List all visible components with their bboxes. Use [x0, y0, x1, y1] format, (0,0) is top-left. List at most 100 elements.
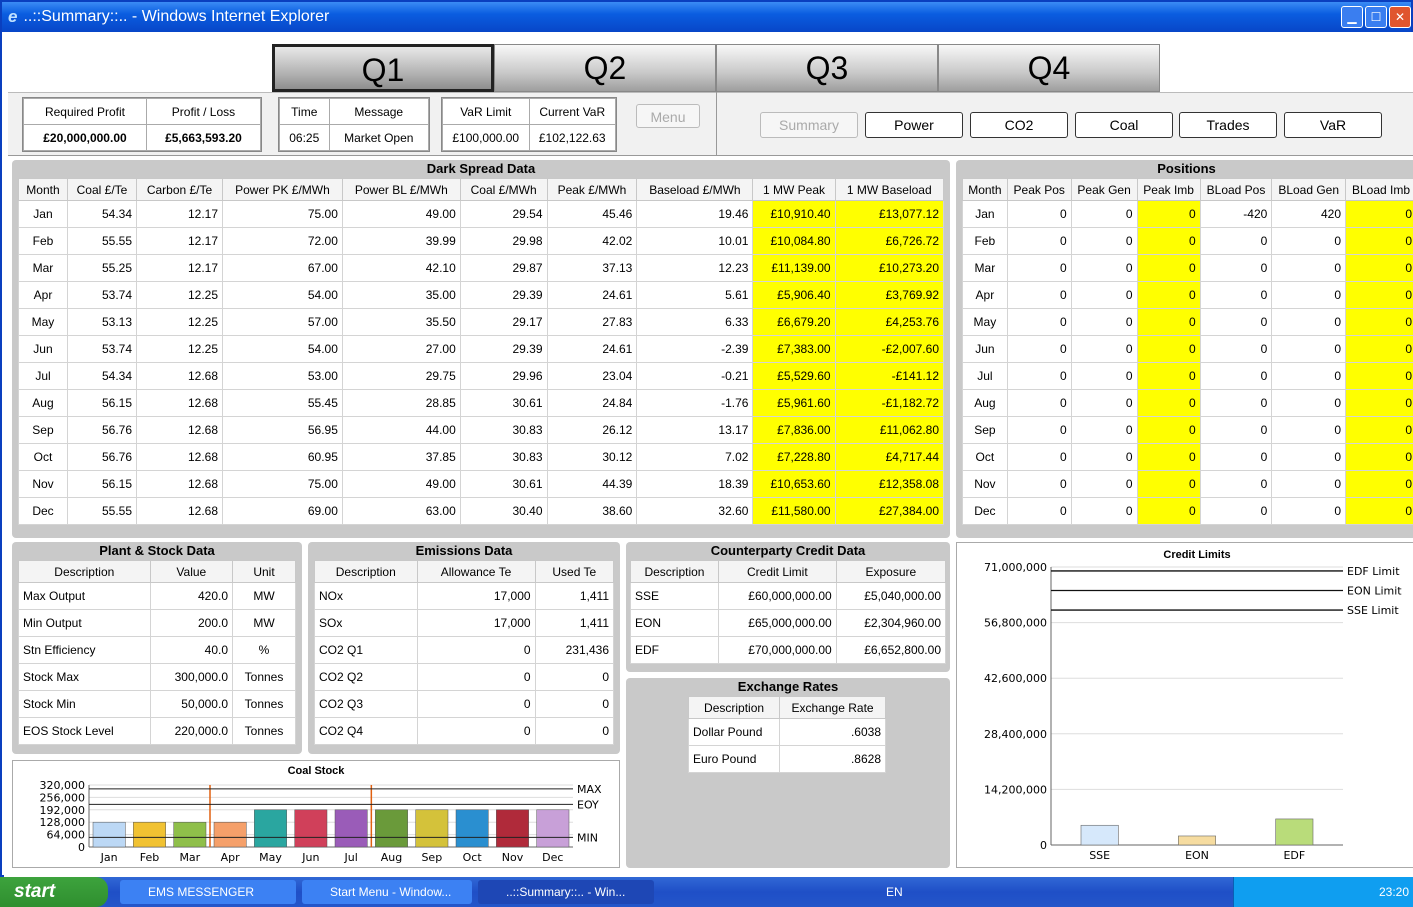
positions-cell: 0	[1199, 335, 1273, 363]
emissions-cell: 0	[416, 717, 536, 745]
maximize-button[interactable]: ☐	[1365, 6, 1387, 28]
dark_spread-header-4: Power BL £/MWh	[341, 178, 461, 201]
positions-header-6: BLoad Imb	[1345, 178, 1413, 201]
dark_spread-cell: 35.50	[341, 308, 461, 336]
dark_spread-cell: 35.00	[341, 281, 461, 309]
dark_spread-cell: -2.39	[636, 335, 754, 363]
start-button[interactable]: start	[0, 877, 108, 907]
dark_spread-cell: £11,139.00	[752, 254, 836, 282]
dark_spread-cell: -£2,007.60	[834, 335, 945, 363]
dark_spread-cell: 30.61	[459, 470, 548, 498]
dark_spread-cell: 30.83	[459, 443, 548, 471]
credit-limits-chart-panel: Credit Limits 71,000,000 56,800,000 42,600,…	[956, 542, 1413, 868]
dark_spread-cell: 30.40	[459, 497, 548, 525]
plant-cell: MW	[232, 609, 296, 637]
positions-cell: 0	[1199, 308, 1273, 336]
co2-button[interactable]: CO2	[970, 112, 1068, 138]
dark_spread-cell: 30.61	[459, 389, 548, 417]
exchange-row: Dollar Pound .6038	[687, 718, 886, 746]
dark_spread-row: Jul 54.34 12.68 53.00 29.75 29.96 23.04 -0.21 £5…	[18, 362, 945, 390]
coal-button[interactable]: Coal	[1075, 112, 1173, 138]
positions-cell: 0	[1006, 308, 1072, 336]
positions-row: Nov 0 0 0 0 0 0	[962, 470, 1413, 498]
positions-cell: 0	[1070, 200, 1138, 228]
plant-cell: Max Output	[18, 582, 151, 610]
tab-q2[interactable]: Q2	[494, 44, 716, 92]
dark_spread-header-5: Coal £/MWh	[459, 178, 548, 201]
summary-button[interactable]: Summary	[760, 112, 858, 138]
dark_spread-cell: 69.00	[222, 497, 343, 525]
system-tray: 23:20	[1233, 877, 1413, 907]
positions-cell: 0	[1136, 281, 1201, 309]
tab-q3[interactable]: Q3	[716, 44, 938, 92]
exchange-table: Description Exchange Rate Dollar Pound .603…	[687, 696, 886, 773]
positions-cell: Oct	[962, 443, 1008, 471]
dark_spread-cell: 29.39	[459, 281, 548, 309]
dark_spread-cell: Apr	[18, 281, 68, 309]
plant-cell: Tonnes	[232, 717, 296, 745]
dark_spread-cell: 54.00	[222, 335, 343, 363]
coal-bar-dec	[536, 809, 570, 848]
plant-cell: 200.0	[149, 609, 234, 637]
title-bar[interactable]: e ..::Summary::.. - Windows Internet Exp…	[2, 2, 1411, 32]
emissions-cell: 231,436	[534, 636, 615, 664]
dark_spread-cell: 23.04	[546, 362, 638, 390]
dark_spread-cell: 54.34	[66, 362, 138, 390]
tab-q4[interactable]: Q4	[938, 44, 1160, 92]
dark_spread-row: Aug 56.15 12.68 55.45 28.85 30.61 24.84 -1.76 £5…	[18, 389, 945, 417]
positions-cell: 0	[1136, 227, 1201, 255]
positions-cell: 0	[1070, 389, 1138, 417]
coal-ytick: 0	[78, 841, 85, 854]
plant-row: Max Output 420.0 MW	[18, 582, 296, 610]
emissions-cell: CO2 Q2	[314, 663, 418, 691]
credit-ytick: 56,800,000	[984, 617, 1047, 630]
dark_spread-cell: 29.87	[459, 254, 548, 282]
dark_spread-cell: 55.55	[66, 227, 138, 255]
positions-cell: 0	[1345, 308, 1413, 336]
credit-xtick: EDF	[1283, 849, 1305, 862]
dark_spread-header-1: Coal £/Te	[66, 178, 138, 201]
emissions-row: CO2 Q2 0 0	[314, 663, 615, 691]
plant-header-1: Value	[149, 560, 234, 583]
positions-cell: 0	[1345, 335, 1413, 363]
positions-cell: 0	[1136, 470, 1201, 498]
positions-cell: 420	[1271, 200, 1347, 228]
positions-cell: 0	[1271, 335, 1347, 363]
positions-row: Jan 0 0 0 -420 420 0	[962, 200, 1413, 228]
tab-q1[interactable]: Q1	[272, 44, 494, 92]
trades-button[interactable]: Trades	[1179, 112, 1277, 138]
power-button[interactable]: Power	[865, 112, 963, 138]
var-button[interactable]: VaR	[1284, 112, 1382, 138]
message-label: Message	[328, 98, 430, 125]
dark_spread-cell: 30.12	[546, 443, 638, 471]
close-button[interactable]: ✕	[1389, 6, 1411, 28]
positions-cell: 0	[1199, 362, 1273, 390]
dark_spread-row: May 53.13 12.25 57.00 35.50 29.17 27.83 6.33 £6,…	[18, 308, 945, 336]
credit-bar-eon	[1178, 835, 1216, 846]
dark_spread-cell: 29.98	[459, 227, 548, 255]
dark_spread-cell: 12.17	[136, 227, 223, 255]
dark_spread-row: Sep 56.76 12.68 56.95 44.00 30.83 26.12 13.17 £7…	[18, 416, 945, 444]
positions-cell: 0	[1136, 362, 1201, 390]
menu-button[interactable]: Menu	[636, 104, 700, 128]
plant-cell: Min Output	[18, 609, 151, 637]
dark_spread-cell: 63.00	[341, 497, 461, 525]
credit-row: EDF £70,000,000.00 £6,652,800.00	[630, 636, 947, 664]
coal-ref-label: MAX	[577, 783, 602, 796]
credit-cell: £5,040,000.00	[835, 582, 947, 610]
task-ems-messenger[interactable]: EMS MESSENGER	[120, 880, 296, 904]
exchange-cell: .6038	[779, 718, 886, 746]
dark_spread-cell: £6,679.20	[752, 308, 836, 336]
positions-row: Dec 0 0 0 0 0 0	[962, 497, 1413, 525]
task-start-menu[interactable]: Start Menu - Window...	[302, 880, 472, 904]
positions-cell: 0	[1345, 497, 1413, 525]
coal-ytick: 192,000	[40, 804, 86, 817]
positions-cell: 0	[1345, 227, 1413, 255]
coal-bar-mar	[173, 821, 207, 848]
language-indicator[interactable]: EN	[886, 885, 903, 899]
task-summary[interactable]: ..::Summary::.. - Win...	[478, 880, 654, 904]
positions-row: May 0 0 0 0 0 0	[962, 308, 1413, 336]
dark_spread-cell: 24.61	[546, 281, 638, 309]
minimize-button[interactable]: ▁	[1341, 6, 1363, 28]
dark_spread-cell: £7,836.00	[752, 416, 836, 444]
